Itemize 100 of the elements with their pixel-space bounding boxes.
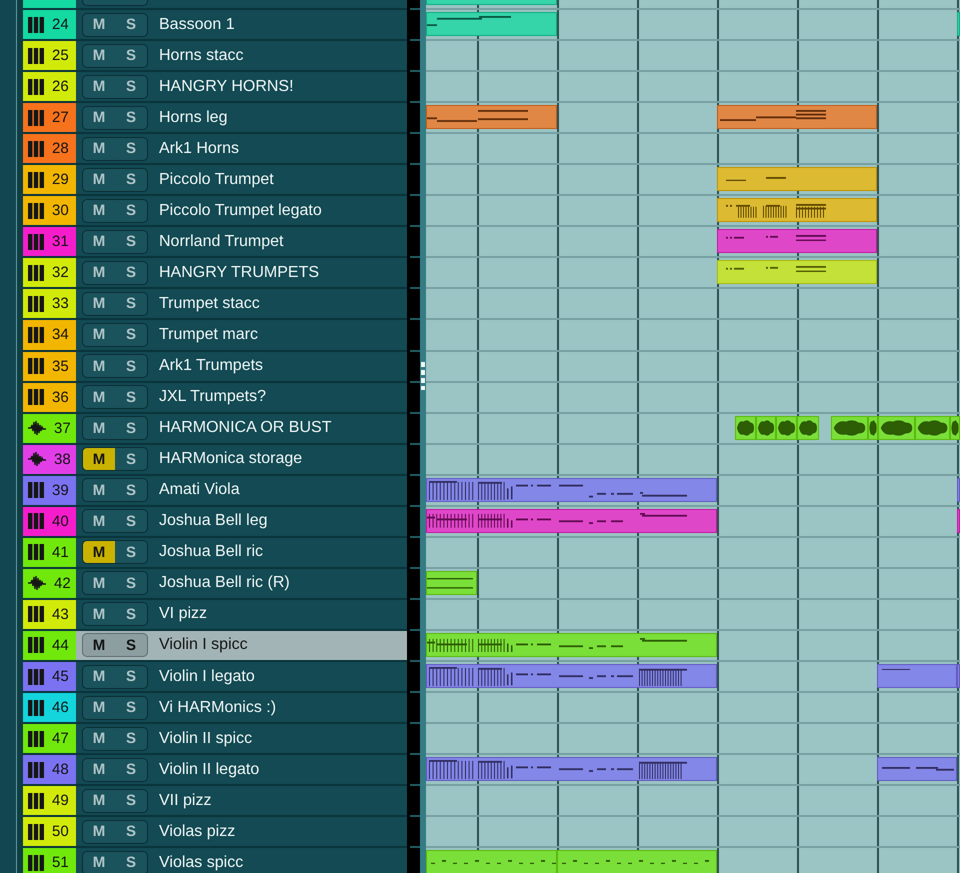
- midi-region[interactable]: [957, 664, 960, 688]
- mute-button[interactable]: M: [82, 354, 115, 378]
- mute-button[interactable]: M: [82, 416, 115, 440]
- mute-button[interactable]: M: [82, 198, 115, 223]
- track-header[interactable]: M S Horns leg: [76, 103, 407, 132]
- track-header[interactable]: M S Violin I legato: [76, 662, 407, 692]
- mute-button[interactable]: M: [82, 44, 115, 68]
- track-header[interactable]: M S Joshua Bell ric: [76, 538, 407, 567]
- solo-button[interactable]: S: [115, 106, 148, 130]
- mute-button[interactable]: M: [82, 478, 115, 502]
- track-header[interactable]: M S Amati Viola: [76, 476, 407, 505]
- mute-button[interactable]: M: [82, 571, 115, 596]
- mute-button[interactable]: M: [82, 74, 115, 99]
- midi-region[interactable]: [717, 198, 877, 222]
- track-header[interactable]: M S Horns stacc: [76, 41, 407, 70]
- track-header[interactable]: M S Trumpet marc: [76, 320, 407, 350]
- mute-button[interactable]: M: [82, 447, 115, 472]
- solo-button[interactable]: S: [115, 540, 148, 564]
- midi-region[interactable]: [426, 664, 717, 688]
- solo-button[interactable]: S: [115, 820, 148, 844]
- solo-button[interactable]: S: [115, 168, 148, 192]
- solo-button[interactable]: S: [115, 664, 148, 688]
- track-header[interactable]: M S Joshua Bell leg: [76, 506, 407, 536]
- track-header[interactable]: M S Norrland Trumpet: [76, 227, 407, 256]
- audio-region[interactable]: [735, 416, 756, 440]
- solo-button[interactable]: S: [115, 696, 148, 720]
- mute-button[interactable]: M: [82, 385, 115, 410]
- audio-region[interactable]: [756, 416, 776, 440]
- track-header[interactable]: M S VII pizz: [76, 786, 407, 816]
- audio-region[interactable]: [797, 416, 819, 440]
- mute-button[interactable]: M: [82, 260, 115, 285]
- solo-button[interactable]: S: [115, 354, 148, 378]
- track-header[interactable]: M S Piccolo Trumpet: [76, 165, 407, 194]
- track-header[interactable]: M S HARMonica storage: [76, 444, 407, 474]
- mute-button[interactable]: M: [82, 696, 115, 720]
- track-header[interactable]: M S HANGRY TRUMPETS: [76, 258, 407, 288]
- solo-button[interactable]: S: [115, 416, 148, 440]
- mute-button[interactable]: M: [82, 509, 115, 534]
- mute-button[interactable]: M: [82, 602, 115, 626]
- midi-region[interactable]: [717, 105, 877, 130]
- audio-region[interactable]: [950, 416, 960, 440]
- audio-region[interactable]: [831, 416, 868, 440]
- solo-button[interactable]: S: [115, 260, 148, 285]
- audio-region[interactable]: [915, 416, 950, 440]
- solo-button[interactable]: S: [115, 292, 148, 316]
- track-header[interactable]: M S Violin II legato: [76, 755, 407, 784]
- solo-button[interactable]: S: [115, 385, 148, 410]
- solo-button[interactable]: S: [115, 136, 148, 161]
- solo-button[interactable]: S: [115, 198, 148, 223]
- midi-region[interactable]: [877, 664, 957, 688]
- track-header[interactable]: M S Violin I spicc: [76, 630, 407, 660]
- midi-region[interactable]: [426, 478, 717, 502]
- track-header[interactable]: M S Violas pizz: [76, 817, 407, 846]
- solo-button[interactable]: S: [115, 322, 148, 347]
- track-header[interactable]: M S Joshua Bell ric (R): [76, 568, 407, 598]
- track-header[interactable]: M S HANGRY HORNS!: [76, 72, 407, 102]
- track-header[interactable]: M S Ark1 Horns: [76, 134, 407, 164]
- mute-button[interactable]: M: [82, 322, 115, 347]
- solo-button[interactable]: S: [115, 447, 148, 472]
- track-header[interactable]: M S Bassoon 1: [76, 10, 407, 40]
- mute-button[interactable]: M: [82, 292, 115, 316]
- solo-button[interactable]: S: [115, 74, 148, 99]
- track-header[interactable]: M S HARMONICA OR BUST: [76, 414, 407, 443]
- track-header[interactable]: M S Trumpet stacc: [76, 289, 407, 318]
- track-header[interactable]: M S Ark1 Trumpets: [76, 352, 407, 381]
- midi-region[interactable]: [426, 508, 717, 533]
- mute-button[interactable]: M: [82, 758, 115, 782]
- mute-button[interactable]: M: [82, 136, 115, 161]
- solo-button[interactable]: S: [115, 850, 148, 873]
- mute-button[interactable]: M: [82, 633, 115, 658]
- mute-button[interactable]: M: [82, 664, 115, 688]
- midi-region[interactable]: [717, 260, 877, 284]
- solo-button[interactable]: S: [115, 509, 148, 534]
- mute-button[interactable]: M: [82, 820, 115, 844]
- solo-button[interactable]: S: [115, 788, 148, 813]
- track-header[interactable]: M S VI pizz: [76, 600, 407, 629]
- audio-region[interactable]: [426, 570, 477, 595]
- solo-button[interactable]: S: [115, 726, 148, 751]
- solo-button[interactable]: S: [115, 633, 148, 658]
- midi-region[interactable]: [426, 757, 717, 782]
- resize-handle-icon[interactable]: [421, 362, 425, 390]
- solo-button[interactable]: S: [115, 12, 148, 37]
- midi-region[interactable]: [877, 757, 957, 782]
- audio-region[interactable]: [776, 416, 797, 440]
- track-header[interactable]: M S Piccolo Trumpet legato: [76, 196, 407, 226]
- midi-region[interactable]: [426, 632, 717, 657]
- mute-button[interactable]: M: [82, 106, 115, 130]
- track-header[interactable]: M S Vi HARMonics :): [76, 693, 407, 722]
- solo-button[interactable]: S: [115, 478, 148, 502]
- solo-button[interactable]: S: [115, 758, 148, 782]
- midi-region[interactable]: [426, 105, 557, 130]
- solo-button[interactable]: S: [115, 602, 148, 626]
- mute-button[interactable]: M: [82, 726, 115, 751]
- track-header[interactable]: M S JXL Trumpets?: [76, 382, 407, 412]
- audio-region[interactable]: [868, 416, 878, 440]
- midi-region[interactable]: [717, 229, 877, 254]
- mute-button[interactable]: M: [82, 788, 115, 813]
- mute-button[interactable]: M: [82, 12, 115, 37]
- midi-region[interactable]: [426, 12, 557, 36]
- mute-button[interactable]: M: [82, 540, 115, 564]
